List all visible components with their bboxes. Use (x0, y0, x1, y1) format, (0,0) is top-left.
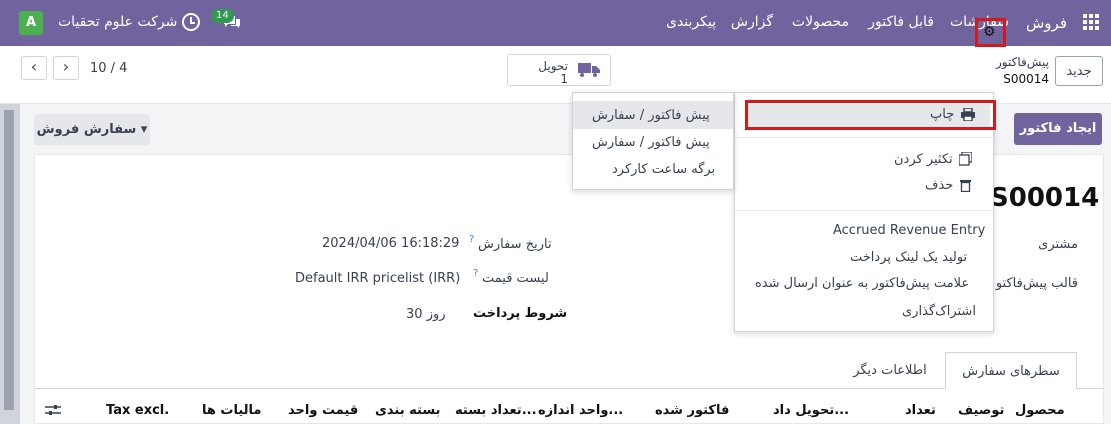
order-date-value[interactable]: 2024/04/06 16:18:29 (322, 236, 459, 251)
pricelist-help-icon[interactable]: ? (473, 268, 478, 279)
tab-order-lines[interactable]: سطرهای سفارش (945, 352, 1077, 389)
company-switcher[interactable]: شرکت علوم تحقیات (58, 14, 177, 30)
order-date-help-icon[interactable]: ? (469, 234, 474, 245)
order-title: S00014 (990, 183, 1100, 213)
truck-icon (578, 63, 600, 77)
column-delivered[interactable]: تحویل داد... (773, 403, 849, 418)
pager-previous-button[interactable]: ‹ (21, 56, 47, 80)
print-quotation-order-item[interactable]: پیش فاکتور / سفارش (592, 108, 710, 123)
pager-next-button[interactable]: › (53, 56, 79, 80)
delivery-smart-button[interactable]: تحویل 1 (507, 54, 611, 86)
app-brand[interactable]: فروش (1026, 14, 1067, 32)
column-tax-excl[interactable]: Tax excl. (106, 403, 169, 418)
sale-order-status-button[interactable]: سفارش فروش ▾ (34, 114, 150, 145)
order-date-label: تاریخ سفارش (478, 237, 552, 252)
column-taxes[interactable]: مالیات ها (202, 403, 261, 418)
menu-to-invoice[interactable]: قابل فاکتور (868, 14, 934, 30)
pricelist-label: لیست قیمت (482, 271, 549, 286)
mark-as-sent-menu-item[interactable]: علامت پیش‌فاکتور به عنوان ارسال شده (755, 276, 969, 291)
apps-menu-icon[interactable] (1083, 14, 1099, 30)
payment-terms-value[interactable]: 30 روز (406, 307, 446, 322)
menu-configuration[interactable]: پیکربندی (666, 14, 716, 30)
payment-terms-label: شروط پرداخت (473, 306, 568, 321)
tab-other-info[interactable]: اطلاعات دیگر (837, 352, 943, 389)
optional-columns-icon[interactable] (45, 404, 61, 416)
print-timesheet-item[interactable]: برگه ساعت کارکرد (612, 162, 715, 177)
pricelist-value[interactable]: Default IRR pricelist (IRR) (295, 271, 460, 286)
column-description[interactable]: توصیف (958, 403, 1004, 418)
tabs-divider (34, 388, 1104, 389)
breadcrumb-current: S00014 (1003, 72, 1049, 86)
template-label: قالب پیش‌فاکتو (995, 276, 1078, 291)
left-scrollbar[interactable] (0, 104, 20, 424)
menu-products[interactable]: محصولات (792, 14, 849, 30)
delivery-count: 1 (560, 72, 568, 86)
activity-clock-icon[interactable] (182, 13, 200, 31)
delete-menu-item[interactable]: حذف (925, 178, 953, 193)
column-product[interactable]: محصول (1015, 403, 1065, 418)
duplicate-menu-item[interactable]: تکثیر کردن (894, 152, 953, 167)
breadcrumb-parent[interactable]: پیش‌فاکتور (996, 55, 1049, 69)
gear-highlight-box (975, 18, 1006, 47)
trash-icon (960, 180, 971, 192)
copy-icon (959, 152, 972, 166)
print-highlight-box (745, 100, 996, 130)
delivery-label: تحویل (538, 59, 568, 73)
share-menu-item[interactable]: اشتراک‌گذاری (902, 304, 976, 319)
top-navbar: فروش سفارشات قابل فاکتور محصولات گزارش پ… (0, 0, 1111, 46)
column-invoiced[interactable]: فاکتور شده (655, 403, 729, 418)
payment-link-menu-item[interactable]: تولید یک لینک پرداخت (850, 250, 967, 265)
column-packaging[interactable]: بسته بندی (375, 403, 440, 418)
customer-label: مشتری (1038, 237, 1078, 252)
print-quotation-order-item-2[interactable]: پیش فاکتور / سفارش (592, 135, 710, 150)
column-packaging-qty[interactable]: تعداد بسته... (455, 403, 537, 418)
column-unit-price[interactable]: قیمت واحد (288, 403, 358, 418)
column-quantity[interactable]: تعداد (905, 403, 936, 418)
menu-divider (734, 137, 994, 138)
user-avatar[interactable]: A (19, 11, 43, 35)
new-button[interactable]: جدید (1055, 56, 1103, 86)
column-uom[interactable]: واحد اندازه... (538, 403, 623, 418)
accrued-revenue-menu-item[interactable]: Accrued Revenue Entry (833, 223, 985, 238)
pager-value[interactable]: 10 / 4 (90, 61, 127, 76)
menu-reporting[interactable]: گزارش (731, 14, 773, 30)
create-invoice-button[interactable]: ایجاد فاکتور (1014, 113, 1102, 145)
chat-badge: 14 (211, 9, 234, 23)
menu-divider (734, 210, 994, 211)
